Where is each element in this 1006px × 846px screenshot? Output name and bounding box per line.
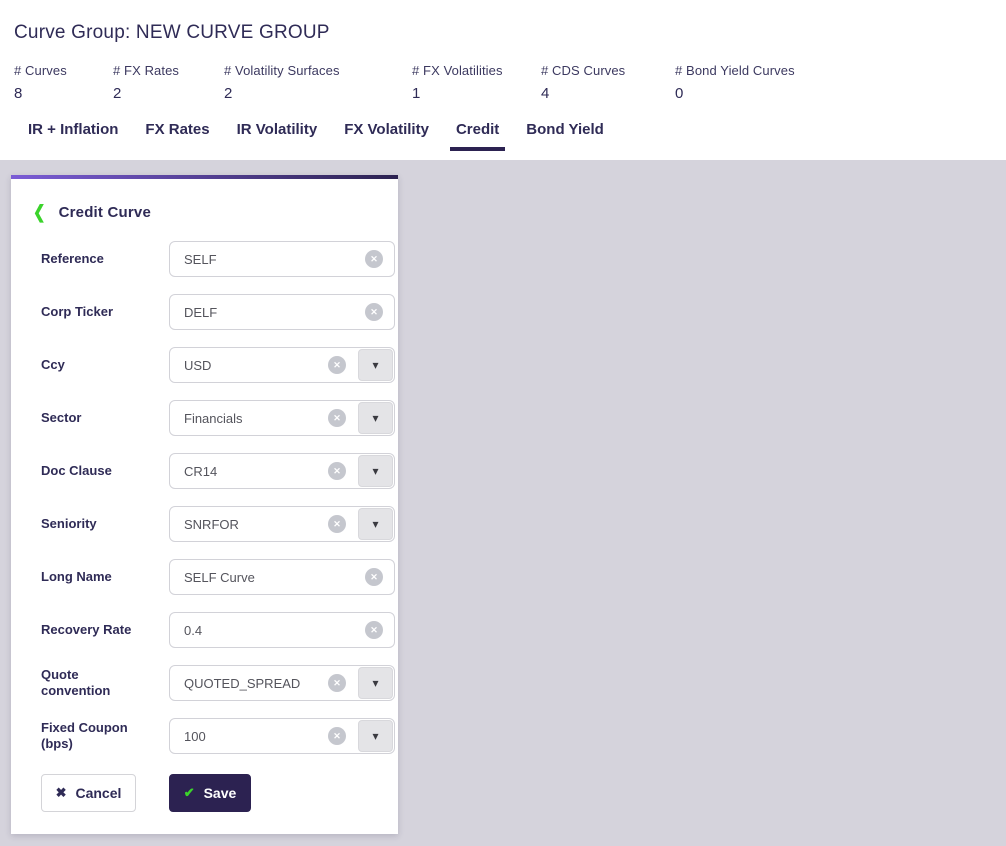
clear-icon[interactable]: ✕ [328,409,346,427]
caret-down-icon: ▾ [372,359,378,371]
tab-bar: IR + Inflation FX Rates IR Volatility FX… [22,121,1006,154]
stat-fx-rates: # FX Rates 2 [113,63,224,102]
dropdown-button[interactable]: ▾ [358,455,393,487]
page-title: Curve Group: NEW CURVE GROUP [14,22,1006,44]
sector-label: Sector [41,410,145,426]
stat-bond-yield-curves: # Bond Yield Curves 0 [675,63,805,102]
stat-label: # FX Volatilities [412,63,531,78]
form-row-sector: Sector ✕ ▾ [41,400,398,436]
save-button[interactable]: ✔ Save [169,774,251,812]
tab-ir-inflation[interactable]: IR + Inflation [22,121,124,147]
caret-down-icon: ▾ [372,518,378,530]
credit-curve-panel: ❮ Credit Curve Reference ✕ Corp Ticker ✕… [11,175,398,834]
reference-input[interactable] [169,241,395,277]
recovery-rate-input[interactable] [169,612,395,648]
clear-icon[interactable]: ✕ [365,568,383,586]
stat-value: 0 [675,85,795,102]
caret-down-icon: ▾ [372,412,378,424]
tab-ir-volatility[interactable]: IR Volatility [231,121,324,147]
cancel-button[interactable]: ✖ Cancel [41,774,136,812]
form-row-doc-clause: Doc Clause ✕ ▾ [41,453,398,489]
save-button-label: Save [204,785,237,801]
corp-ticker-input[interactable] [169,294,395,330]
dropdown-button[interactable]: ▾ [358,349,393,381]
stat-curves: # Curves 8 [14,63,113,102]
stat-label: # Curves [14,63,103,78]
clear-icon[interactable]: ✕ [328,515,346,533]
tab-fx-volatility[interactable]: FX Volatility [338,121,435,147]
quote-convention-label: Quote convention [41,667,145,700]
fixed-coupon-input-wrap: ✕ ▾ [169,718,395,754]
stat-cds-curves: # CDS Curves 4 [541,63,675,102]
dropdown-button[interactable]: ▾ [358,402,393,434]
form-buttons: ✖ Cancel ✔ Save [41,774,398,812]
ccy-label: Ccy [41,357,145,373]
stat-value: 4 [541,85,665,102]
stat-label: # FX Rates [113,63,214,78]
sector-input-wrap: ✕ ▾ [169,400,395,436]
stat-value: 8 [14,85,103,102]
cancel-button-label: Cancel [75,785,121,801]
page-header: Curve Group: NEW CURVE GROUP # Curves 8 … [0,0,1006,160]
caret-down-icon: ▾ [372,730,378,742]
ccy-input-wrap: ✕ ▾ [169,347,395,383]
clear-icon[interactable]: ✕ [365,621,383,639]
seniority-label: Seniority [41,516,145,532]
form-row-reference: Reference ✕ [41,241,398,277]
quote-convention-input-wrap: ✕ ▾ [169,665,395,701]
credit-curve-form: Reference ✕ Corp Ticker ✕ Ccy ✕ ▾ [41,241,398,754]
content-area: ❮ Credit Curve Reference ✕ Corp Ticker ✕… [0,160,1006,846]
panel-header: ❮ Credit Curve [33,203,398,221]
form-row-recovery-rate: Recovery Rate ✕ [41,612,398,648]
form-row-corp-ticker: Corp Ticker ✕ [41,294,398,330]
stat-label: # Bond Yield Curves [675,63,795,78]
stat-label: # CDS Curves [541,63,665,78]
stats-row: # Curves 8 # FX Rates 2 # Volatility Sur… [14,63,1006,102]
form-row-seniority: Seniority ✕ ▾ [41,506,398,542]
clear-icon[interactable]: ✕ [365,250,383,268]
form-row-quote-convention: Quote convention ✕ ▾ [41,665,398,701]
reference-input-wrap: ✕ [169,241,395,277]
stat-value: 2 [224,85,402,102]
back-chevron-icon[interactable]: ❮ [33,201,46,223]
stat-fx-volatilities: # FX Volatilities 1 [412,63,541,102]
long-name-input[interactable] [169,559,395,595]
clear-icon[interactable]: ✕ [365,303,383,321]
tab-credit[interactable]: Credit [450,121,505,151]
doc-clause-input-wrap: ✕ ▾ [169,453,395,489]
panel-title: Credit Curve [59,204,151,221]
tab-bond-yield[interactable]: Bond Yield [520,121,610,147]
long-name-label: Long Name [41,569,145,585]
clear-icon[interactable]: ✕ [328,356,346,374]
corp-ticker-input-wrap: ✕ [169,294,395,330]
form-row-ccy: Ccy ✕ ▾ [41,347,398,383]
clear-icon[interactable]: ✕ [328,727,346,745]
long-name-input-wrap: ✕ [169,559,395,595]
seniority-input-wrap: ✕ ▾ [169,506,395,542]
stat-value: 1 [412,85,531,102]
clear-icon[interactable]: ✕ [328,674,346,692]
stat-value: 2 [113,85,214,102]
recovery-rate-label: Recovery Rate [41,622,145,638]
corp-ticker-label: Corp Ticker [41,304,145,320]
caret-down-icon: ▾ [372,677,378,689]
tab-fx-rates[interactable]: FX Rates [139,121,215,147]
dropdown-button[interactable]: ▾ [358,508,393,540]
dropdown-button[interactable]: ▾ [358,720,393,752]
stat-label: # Volatility Surfaces [224,63,402,78]
panel-accent-bar [11,175,398,179]
reference-label: Reference [41,251,145,267]
doc-clause-label: Doc Clause [41,463,145,479]
dropdown-button[interactable]: ▾ [358,667,393,699]
cancel-x-icon: ✖ [56,785,67,801]
form-row-long-name: Long Name ✕ [41,559,398,595]
caret-down-icon: ▾ [372,465,378,477]
save-check-icon: ✔ [184,785,195,801]
fixed-coupon-label: Fixed Coupon (bps) [41,720,145,753]
recovery-rate-input-wrap: ✕ [169,612,395,648]
form-row-fixed-coupon: Fixed Coupon (bps) ✕ ▾ [41,718,398,754]
stat-volatility-surfaces: # Volatility Surfaces 2 [224,63,412,102]
clear-icon[interactable]: ✕ [328,462,346,480]
